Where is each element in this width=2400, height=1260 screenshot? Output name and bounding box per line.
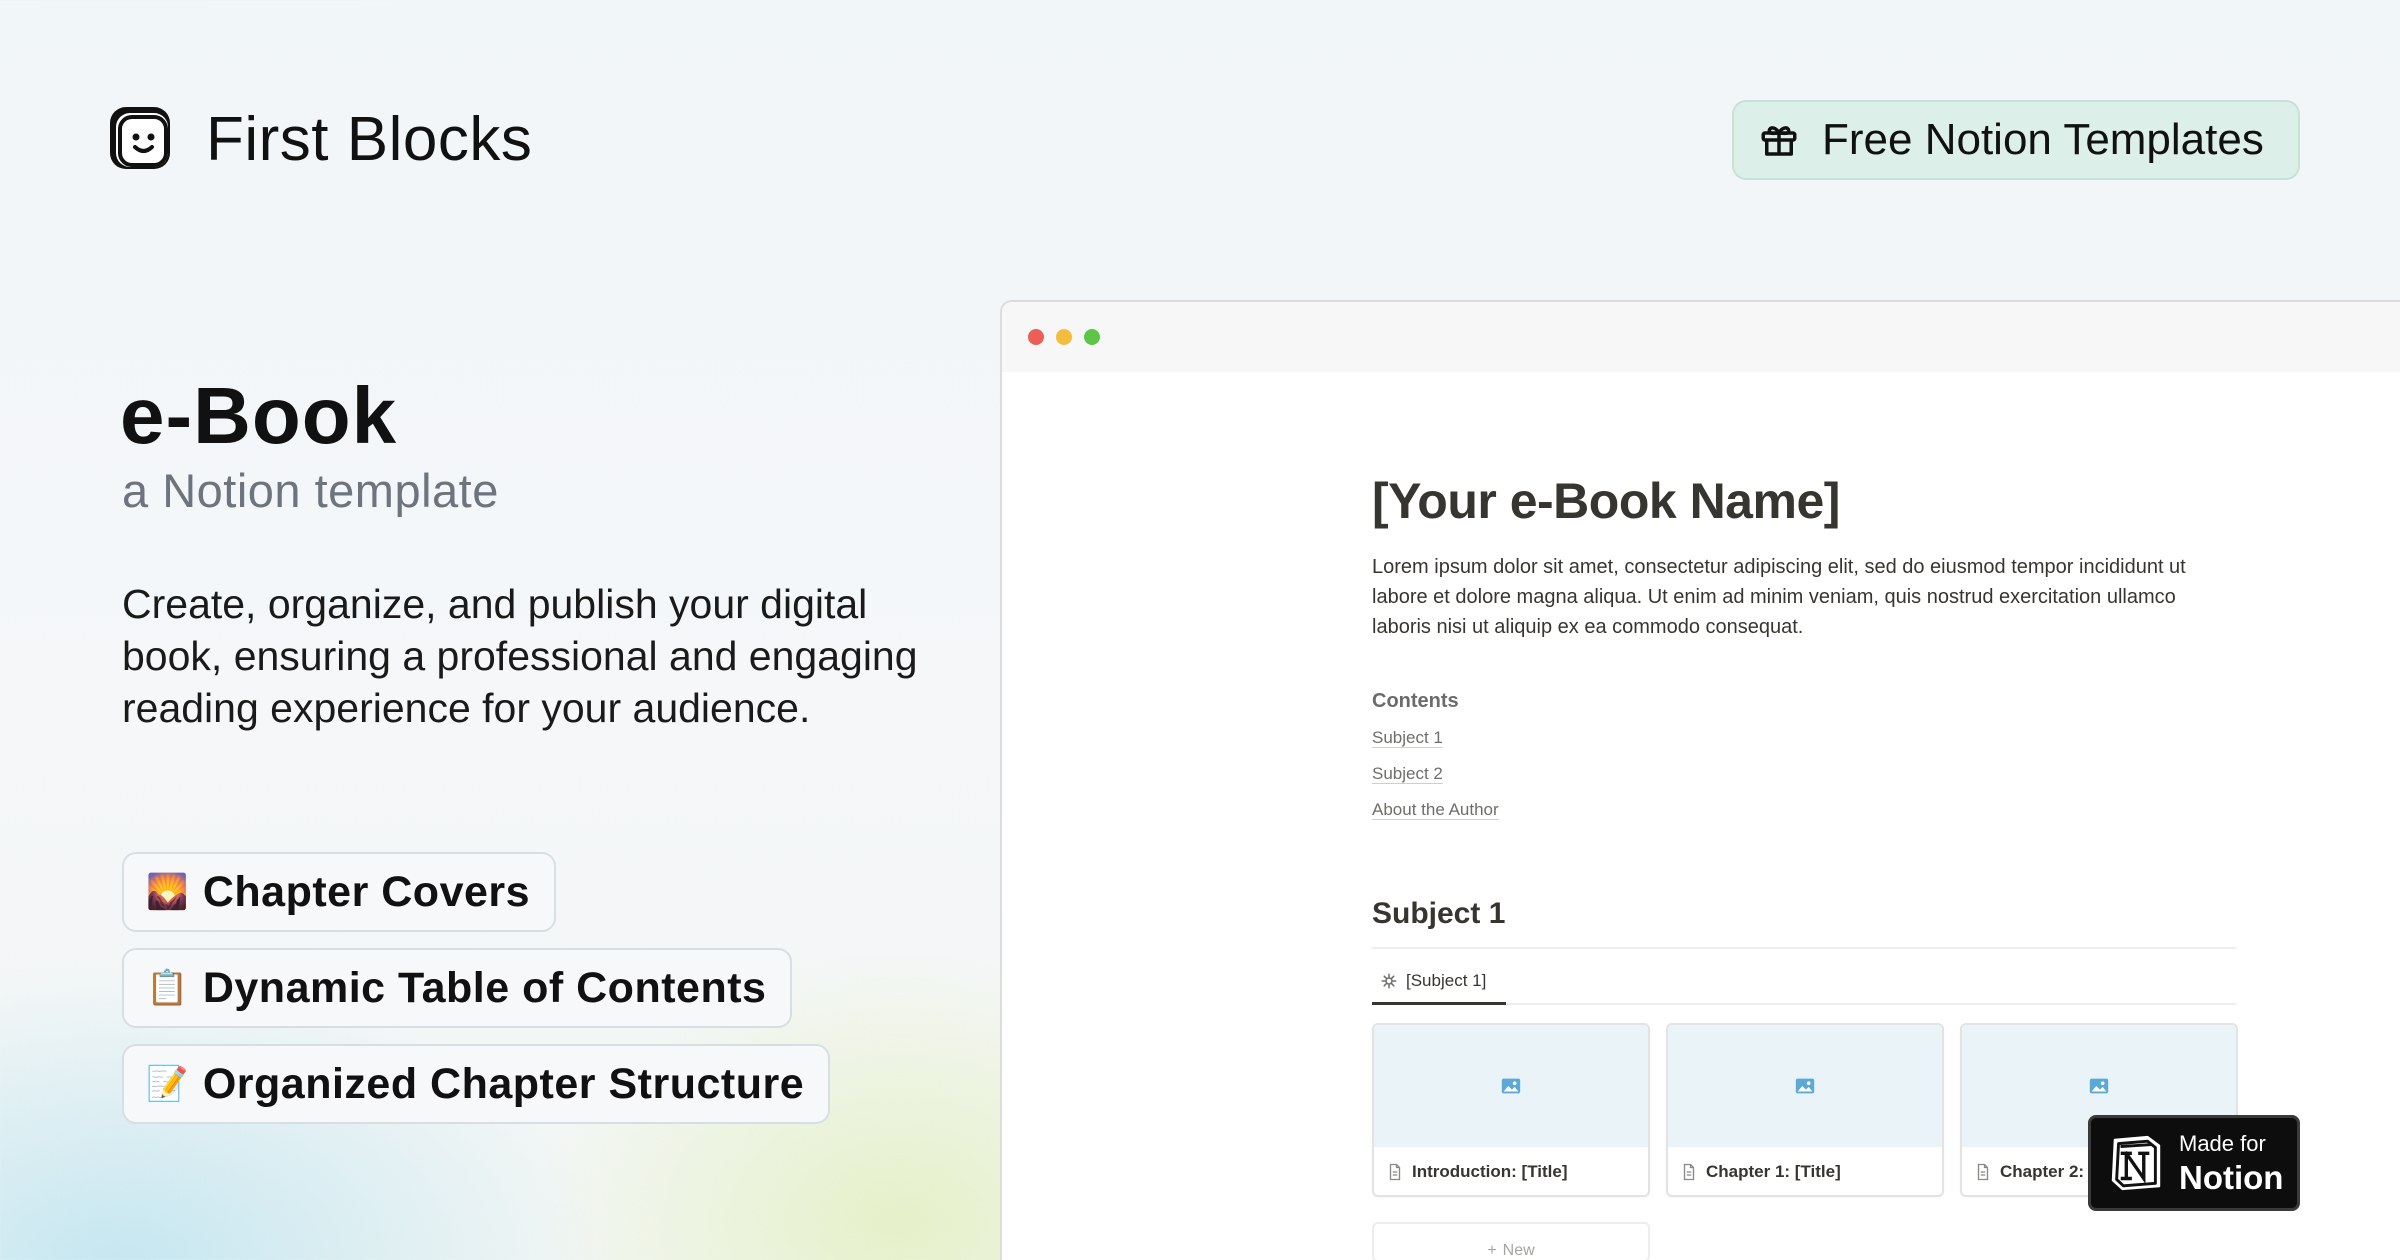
- window-titlebar: [1002, 302, 2400, 372]
- maximize-dot[interactable]: [1084, 329, 1100, 345]
- toc-link-about-author[interactable]: About the Author: [1372, 799, 1499, 821]
- gallery-view-tabs: [Subject 1]: [1372, 959, 2236, 1005]
- hero-title: e-Book: [120, 371, 398, 460]
- page-icon: [1683, 1163, 1695, 1181]
- card-footer: Introduction: [Title]: [1374, 1147, 1648, 1195]
- gallery-card[interactable]: Introduction: [Title]: [1372, 1023, 1650, 1197]
- new-label: New: [1502, 1242, 1535, 1259]
- free-notion-templates-button[interactable]: Free Notion Templates: [1732, 100, 2300, 180]
- tab-label: [Subject 1]: [1406, 970, 1487, 990]
- free-notion-templates-label: Free Notion Templates: [1822, 115, 2264, 164]
- notion-page: [Your e-Book Name] Lorem ipsum dolor sit…: [1372, 472, 2238, 1260]
- image-icon: [1501, 1078, 1521, 1094]
- feature-chip-table-of-contents: 📋 Dynamic Table of Contents: [122, 948, 793, 1028]
- toc-link-subject-2[interactable]: Subject 2: [1372, 763, 1443, 785]
- brand-name: First Blocks: [206, 104, 533, 174]
- tab-subject-1[interactable]: [Subject 1]: [1372, 959, 1506, 1005]
- plus-icon: +: [1487, 1242, 1497, 1259]
- feature-chip-chapter-covers: 🌄 Chapter Covers: [122, 852, 557, 932]
- close-dot[interactable]: [1028, 329, 1044, 345]
- page-icon: [1389, 1163, 1401, 1181]
- page-title[interactable]: [Your e-Book Name]: [1372, 472, 2234, 530]
- image-icon: [2089, 1078, 2109, 1094]
- memo-icon: 📝: [146, 1064, 189, 1104]
- table-of-contents: Subject 1 Subject 2 About the Author: [1372, 727, 2234, 821]
- card-cover: [1374, 1025, 1648, 1147]
- card-title: Chapter 2: [: [2000, 1162, 2095, 1181]
- minimize-dot[interactable]: [1056, 329, 1072, 345]
- card-footer: Chapter 1: [Title]: [1668, 1147, 1942, 1195]
- toc-link-subject-1[interactable]: Subject 1: [1372, 727, 1443, 749]
- smiley-block-logo-icon: [110, 107, 170, 169]
- divider: [1372, 947, 2236, 949]
- sunrise-icon: 🌄: [146, 872, 189, 912]
- page-description[interactable]: Lorem ipsum dolor sit amet, consectetur …: [1372, 552, 2234, 642]
- card-title: Introduction: [Title]: [1412, 1162, 1568, 1181]
- feature-label: Organized Chapter Structure: [202, 1059, 805, 1108]
- feature-chip-chapter-structure: 📝 Organized Chapter Structure: [122, 1044, 831, 1124]
- new-card-button[interactable]: + New: [1372, 1222, 1650, 1260]
- gift-icon: [1761, 126, 1797, 156]
- card-cover: [1668, 1025, 1942, 1147]
- page-icon: [1977, 1163, 1989, 1181]
- made-for-notion-badge[interactable]: Made for Notion: [2088, 1115, 2300, 1211]
- notion-logo-icon: [2111, 1135, 2161, 1191]
- feature-label: Chapter Covers: [202, 867, 531, 916]
- gallery-card[interactable]: Chapter 1: [Title]: [1666, 1023, 1944, 1197]
- badge-text: Made for Notion: [2179, 1130, 2284, 1196]
- asterisk-icon: [1381, 973, 1397, 988]
- badge-small-text: Made for: [2179, 1130, 2266, 1156]
- clipboard-icon: 📋: [146, 968, 189, 1008]
- brand[interactable]: First Blocks: [104, 103, 532, 175]
- contents-heading: Contents: [1372, 690, 1459, 712]
- hero-description: Create, organize, and publish your digit…: [122, 581, 918, 731]
- hero-subtitle: a Notion template: [122, 464, 499, 517]
- image-icon: [1795, 1078, 1815, 1094]
- feature-label: Dynamic Table of Contents: [202, 963, 767, 1012]
- section-heading: Subject 1: [1372, 897, 1506, 930]
- card-title: Chapter 1: [Title]: [1706, 1162, 1841, 1181]
- badge-big-text: Notion: [2179, 1158, 2284, 1196]
